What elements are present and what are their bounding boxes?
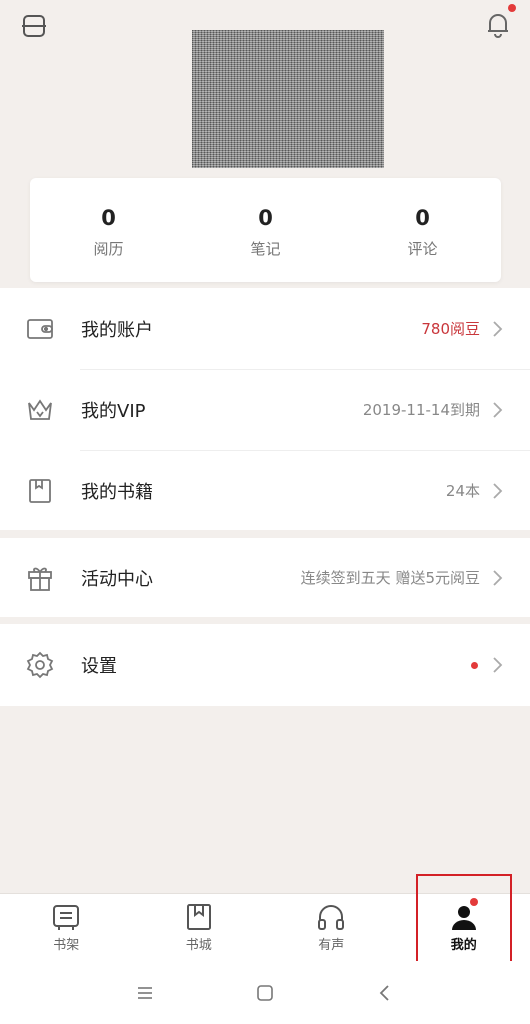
bookshelf-icon <box>51 902 81 932</box>
tab-label: 书架 <box>53 938 80 953</box>
tab-profile[interactable]: 我的 <box>398 894 530 961</box>
settings-icon <box>26 651 54 679</box>
stats-card: 0 阅历 0 笔记 0 评论 <box>30 178 501 282</box>
stat-reading-history[interactable]: 0 阅历 <box>30 178 187 282</box>
notification-dot <box>508 4 516 12</box>
wallet-icon <box>26 315 54 343</box>
menu-item-value: 连续签到五天 赠送5元阅豆 <box>300 569 480 587</box>
menu-item-vip[interactable]: 我的VIP 2019-11-14到期 <box>0 369 530 450</box>
menu-item-settings[interactable]: 设置 <box>0 624 530 706</box>
stat-label: 笔记 <box>250 239 281 258</box>
menu-item-value: 24本 <box>445 482 480 500</box>
tab-badge-dot <box>469 898 478 906</box>
menu-icon[interactable] <box>125 973 165 1013</box>
bookstore-icon <box>184 902 214 932</box>
menu-item-label: 我的账户 <box>81 319 153 341</box>
tab-bookshelf[interactable]: 书架 <box>0 894 133 961</box>
tab-bookstore[interactable]: 书城 <box>133 894 266 961</box>
stat-comments[interactable]: 0 评论 <box>344 178 501 282</box>
settings-badge-dot <box>471 661 478 669</box>
book-icon <box>26 477 54 505</box>
menu-item-label: 我的书籍 <box>81 481 153 503</box>
menu-item-value: 2019-11-14到期 <box>362 401 480 419</box>
menu-item-label: 活动中心 <box>81 568 153 590</box>
gift-icon <box>26 564 54 592</box>
chevron-right-icon <box>493 320 503 337</box>
tab-label: 有声 <box>318 938 345 953</box>
headphones-icon <box>316 902 346 932</box>
back-icon[interactable] <box>365 973 405 1013</box>
chevron-right-icon <box>493 401 503 418</box>
menu-item-label: 设置 <box>81 656 117 677</box>
bell-icon[interactable] <box>482 8 514 42</box>
menu-item-label: 我的VIP <box>81 400 146 422</box>
stat-value: 0 <box>415 205 430 230</box>
scan-icon[interactable] <box>18 10 50 42</box>
stat-value: 0 <box>101 205 116 230</box>
stat-notes[interactable]: 0 笔记 <box>187 178 344 282</box>
stat-label: 评论 <box>407 239 438 258</box>
menu-item-books[interactable]: 我的书籍 24本 <box>0 450 530 531</box>
menu-item-activity[interactable]: 活动中心 连续签到五天 赠送5元阅豆 <box>0 538 530 617</box>
avatar[interactable] <box>192 30 384 168</box>
stat-label: 阅历 <box>93 239 124 258</box>
crown-icon <box>26 396 54 424</box>
profile-icon <box>449 902 479 932</box>
menu-item-value: 780阅豆 <box>421 320 480 338</box>
tab-label: 书城 <box>185 938 212 953</box>
menu-group-settings: 设置 <box>0 624 530 706</box>
bottom-tab-bar: 书架 书城 有声 我的 <box>0 893 530 961</box>
chevron-right-icon <box>493 657 503 673</box>
menu-group-activity: 活动中心 连续签到五天 赠送5元阅豆 <box>0 538 530 617</box>
system-navigation-bar <box>0 961 530 1024</box>
tab-label: 我的 <box>450 938 477 953</box>
chevron-right-icon <box>493 569 503 586</box>
stat-value: 0 <box>258 205 273 230</box>
home-icon[interactable] <box>245 973 285 1013</box>
menu-item-account[interactable]: 我的账户 780阅豆 <box>0 288 530 369</box>
chevron-right-icon <box>493 482 503 499</box>
menu-group-account: 我的账户 780阅豆 我的VIP 2019-11-14到期 我的书籍 24本 <box>0 288 530 530</box>
tab-audio[interactable]: 有声 <box>265 894 398 961</box>
